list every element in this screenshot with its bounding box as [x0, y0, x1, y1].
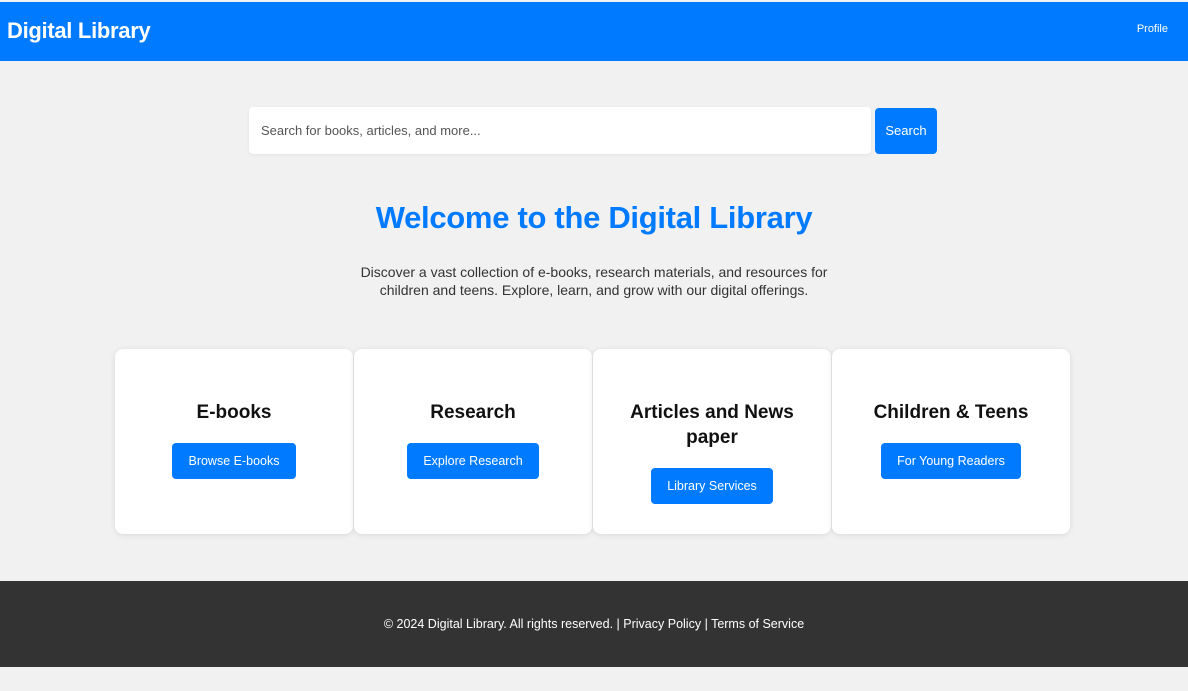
card-title: Articles and News paper: [630, 402, 794, 448]
library-services-button[interactable]: Library Services: [651, 468, 773, 504]
card-title: E-books: [196, 402, 272, 423]
card-ebooks: E-books Browse E-books: [115, 349, 353, 534]
terms-of-service-link[interactable]: Terms of Service: [711, 617, 804, 631]
page-title: Welcome to the Digital Library: [375, 200, 813, 235]
search-input[interactable]: [249, 107, 871, 154]
page: Digital Library Profile Search Welcome t…: [0, 0, 1188, 691]
footer: © 2024 Digital Library. All rights reser…: [0, 581, 1188, 667]
footer-copyright: © 2024 Digital Library. All rights reser…: [383, 617, 614, 631]
card-title: Children & Teens: [873, 402, 1029, 423]
category-cards: E-books Browse E-books Research Explore …: [115, 349, 1071, 534]
footer-text: © 2024 Digital Library. All rights reser…: [384, 617, 804, 631]
card-title: Research: [430, 402, 516, 423]
browse-ebooks-button[interactable]: Browse E-books: [172, 443, 296, 479]
card-articles-newspaper: Articles and News paper Library Services: [593, 349, 831, 534]
footer-separator: |: [616, 617, 620, 631]
card-children-teens: Children & Teens For Young Readers: [832, 349, 1070, 534]
explore-research-button[interactable]: Explore Research: [407, 443, 539, 479]
profile-link[interactable]: Profile: [1137, 23, 1168, 35]
privacy-policy-link[interactable]: Privacy Policy: [623, 617, 701, 631]
card-research: Research Explore Research: [354, 349, 592, 534]
top-navbar: Digital Library Profile: [0, 2, 1188, 61]
search-button[interactable]: Search: [875, 107, 937, 154]
site-brand[interactable]: Digital Library: [7, 18, 151, 44]
search-bar: Search: [249, 107, 937, 154]
footer-separator: |: [704, 617, 708, 631]
young-readers-button[interactable]: For Young Readers: [881, 443, 1021, 479]
welcome-description: Discover a vast collection of e-books, r…: [360, 264, 828, 298]
